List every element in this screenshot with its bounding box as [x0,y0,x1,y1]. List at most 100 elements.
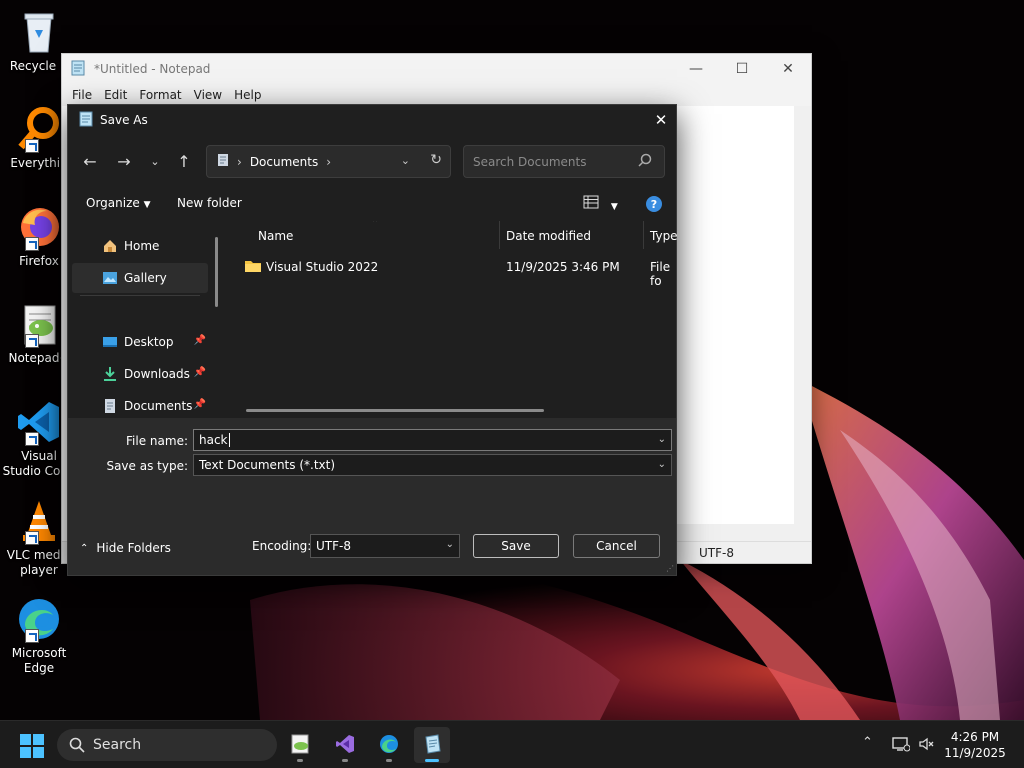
save-as-type-value: Text Documents (*.txt) [199,458,336,472]
chevron-down-icon[interactable]: ⌄ [658,434,666,445]
details-view-icon [583,195,603,212]
chevron-down-icon: ⌄ [657,459,666,470]
refresh-icon[interactable]: ↻ [430,152,442,168]
chevron-down-icon: ▼ [610,202,618,212]
notepad-vertical-scrollbar[interactable] [794,106,811,546]
vlc-icon [15,497,63,545]
chevron-up-icon: ⌃ [80,542,89,554]
encoding-select[interactable]: UTF-8 ⌄ [310,534,460,558]
active-indicator [425,759,439,762]
search-input[interactable]: Search Documents [463,145,665,178]
taskbar-app-edge[interactable] [371,727,407,763]
shortcut-arrow-icon [25,432,39,446]
taskbar-app-visual-studio[interactable] [327,727,363,763]
cancel-button[interactable]: Cancel [573,534,660,558]
hide-folders-button[interactable]: ⌃ Hide Folders [80,541,171,555]
volume-muted-icon[interactable] [918,736,936,756]
taskbar-clock[interactable]: 4:26 PM 11/9/2025 [935,729,1015,761]
resize-grip-icon[interactable]: ⋰ [666,564,674,573]
encoding-value: UTF-8 [316,539,351,553]
pin-icon[interactable]: 📌 [194,399,206,410]
dialog-titlebar[interactable]: Save As ✕ [68,105,676,135]
nav-item-label: Downloads [124,367,190,381]
file-name-value: hack [199,433,228,447]
menu-format[interactable]: Format [133,88,187,102]
nav-item-label: Desktop [124,335,174,349]
chevron-down-icon: ⌄ [445,539,454,550]
column-separator[interactable] [499,221,500,249]
notepad-titlebar[interactable]: *Untitled - Notepad — ☐ ✕ [62,54,811,84]
view-options-button[interactable]: ▼ [583,195,618,212]
organize-button[interactable]: Organize ▼ [86,196,151,210]
notepad-app-icon [70,60,86,79]
vscode-icon [15,398,63,446]
gallery-icon [102,270,118,289]
pin-icon[interactable]: 📌 [194,367,206,378]
file-name-label: File name: [126,434,188,448]
menu-help[interactable]: Help [228,88,267,102]
shortcut-arrow-icon [25,334,39,348]
clock-time: 4:26 PM [950,730,1000,744]
forward-arrow-icon[interactable]: → [109,143,139,179]
nav-scrollbar[interactable] [215,237,218,307]
save-options-panel: File name: hack ⌄ Save as type: Text Doc… [68,418,676,575]
windows-logo-icon [20,747,31,758]
save-as-type-select[interactable]: Text Documents (*.txt) ⌄ [193,454,672,476]
menu-edit[interactable]: Edit [98,88,133,102]
shortcut-arrow-icon [25,139,39,153]
menu-file[interactable]: File [66,88,98,102]
desktop-icon-edge[interactable]: Microsoft Edge [2,595,76,676]
filelist-horizontal-scrollbar[interactable] [246,409,544,412]
recycle-bin-icon [15,8,63,56]
network-icon[interactable] [892,736,911,756]
column-header-name[interactable]: Name [258,221,293,251]
column-header-type[interactable]: Type [650,221,678,251]
save-button[interactable]: Save [473,534,559,558]
close-button[interactable]: ✕ [765,54,811,84]
taskbar-app-notepadpp[interactable] [282,727,318,763]
dialog-close-button[interactable]: ✕ [646,105,676,135]
new-folder-button[interactable]: New folder [177,196,242,210]
shortcut-arrow-icon [25,531,39,545]
nav-item-home[interactable]: Home [72,231,208,261]
shortcut-arrow-icon [25,629,39,643]
taskbar-app-notepad[interactable] [414,727,450,763]
menu-view[interactable]: View [188,88,228,102]
navigation-pane: Home Gallery Desktop 📌 Downloads 📌 Docum… [68,221,218,417]
taskbar: Search ⌃ 4:26 PM 11/9/2025 [0,720,1024,768]
desktop-icon-label: Microsoft Edge [11,646,67,675]
help-icon[interactable]: ? [646,196,662,212]
notepad-horizontal-scrollbar[interactable] [674,524,794,541]
file-name-input[interactable]: hack ⌄ [193,429,672,451]
table-row[interactable]: Visual Studio 2022 11/9/2025 3:46 PM Fil… [238,253,678,288]
start-button[interactable] [20,734,44,758]
back-arrow-icon[interactable]: ← [75,143,105,179]
nav-item-documents[interactable]: Documents 📌 [72,391,208,417]
documents-folder-icon [217,153,229,170]
nav-item-desktop[interactable]: Desktop 📌 [72,327,208,357]
nav-item-gallery[interactable]: Gallery [72,263,208,293]
nav-item-label: Documents [124,399,193,413]
nav-item-label: Gallery [124,271,167,285]
column-separator[interactable] [643,221,644,249]
recent-locations-chevron-icon[interactable]: ⌄ [140,143,170,179]
running-indicator [342,759,348,762]
everything-search-icon [15,105,63,153]
windows-logo-icon [33,734,44,745]
up-arrow-icon[interactable]: ↑ [169,143,199,179]
nav-item-downloads[interactable]: Downloads 📌 [72,359,208,389]
maximize-button[interactable]: ☐ [719,54,765,84]
address-dropdown-chevron-icon[interactable]: ⌄ [401,154,410,167]
pin-icon[interactable]: 📌 [194,335,206,346]
search-icon [69,737,85,757]
status-encoding: UTF-8 [699,546,734,560]
taskbar-search[interactable]: Search [57,729,277,761]
breadcrumb-documents[interactable]: Documents [250,155,318,169]
documents-icon [102,398,118,417]
address-bar[interactable]: › Documents › ⌄ ↻ [206,145,451,178]
command-bar: Organize ▼ New folder ▼ ? [68,191,676,219]
minimize-button[interactable]: — [673,54,719,84]
windows-logo-icon [33,747,44,758]
show-hidden-icons-chevron-icon[interactable]: ⌃ [862,735,873,750]
column-header-date-modified[interactable]: Date modified [506,221,591,251]
